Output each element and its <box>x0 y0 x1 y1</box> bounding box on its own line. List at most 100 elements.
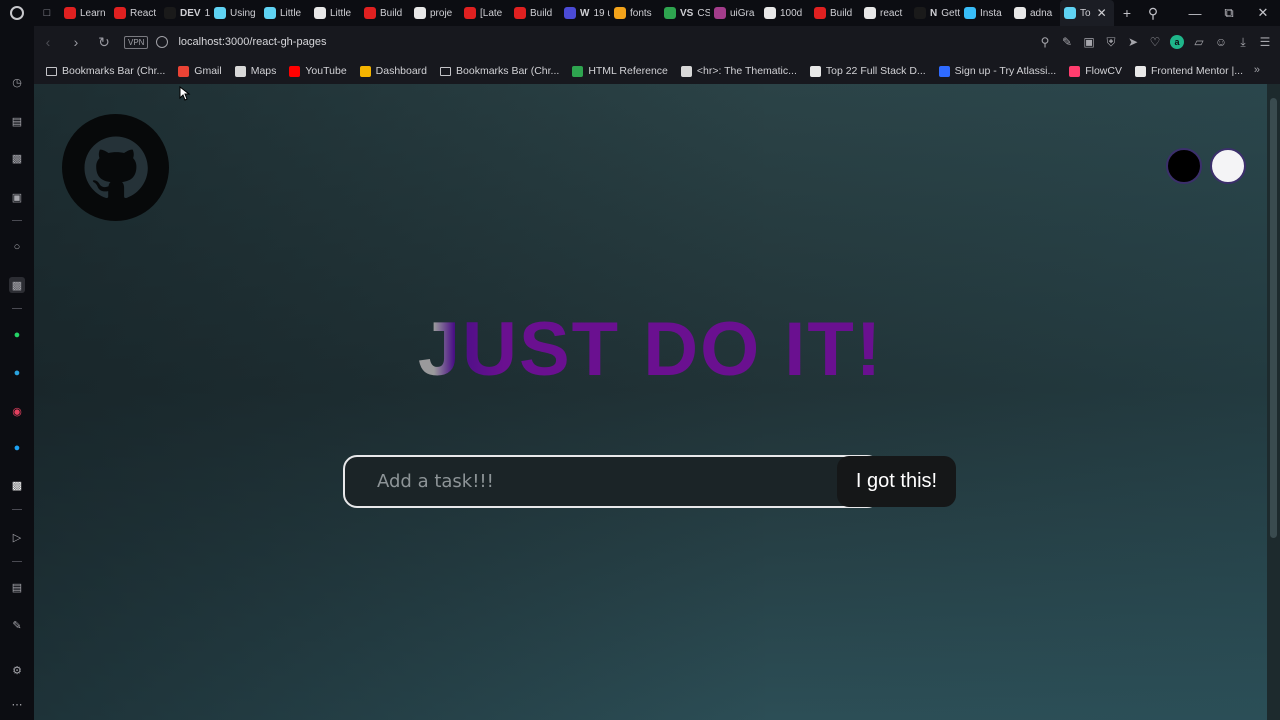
bookmark-0[interactable]: Bookmarks Bar (Chr... <box>46 65 165 77</box>
cube-icon[interactable]: ▱ <box>1188 26 1210 58</box>
tab-2[interactable]: DEV10 R <box>160 0 210 26</box>
download-icon[interactable]: ⤓ <box>1232 26 1254 58</box>
file-icon <box>234 65 246 77</box>
tab-close-icon[interactable]: ✕ <box>1097 6 1107 20</box>
reload-icon[interactable]: ↻ <box>90 26 118 58</box>
bookmark-8[interactable]: Top 22 Full Stack D... <box>809 65 926 77</box>
back-icon[interactable]: ‹ <box>34 26 62 58</box>
tab-label: Build <box>830 7 853 19</box>
bookmark-label: Maps <box>250 65 277 77</box>
tab-1[interactable]: React <box>110 0 160 26</box>
pinboard-icon[interactable]: ✎ <box>9 617 25 633</box>
bookmark-6[interactable]: HTML Reference <box>572 65 668 77</box>
tab-10[interactable]: W19 u <box>560 0 610 26</box>
sidebar-divider <box>12 509 22 510</box>
tab-13[interactable]: uiGra <box>710 0 760 26</box>
tab-17[interactable]: NGetti <box>910 0 960 26</box>
maximize-icon[interactable]: ⧉ <box>1212 0 1246 26</box>
tab-label: uiGra <box>730 7 755 19</box>
tab-favicon-icon <box>414 7 426 19</box>
tab-search-icon[interactable]: ⚲ <box>1140 0 1166 26</box>
light-theme-toggle[interactable] <box>1210 148 1246 184</box>
easy-setup-icon[interactable]: ☰ <box>1254 26 1276 58</box>
tab-favicon-icon <box>914 7 926 19</box>
tab-7[interactable]: proje <box>410 0 460 26</box>
heart-icon[interactable]: ♡ <box>1144 26 1166 58</box>
close-window-icon[interactable]: ✕ <box>1246 0 1280 26</box>
bookmark-7[interactable]: <hr>: The Thematic... <box>680 65 797 77</box>
edit-icon[interactable]: ✎ <box>1056 26 1078 58</box>
bookmark-11[interactable]: Frontend Mentor |... <box>1134 65 1243 77</box>
tab-3[interactable]: Using <box>210 0 260 26</box>
speed-dial-icon[interactable]: ◷ <box>9 74 25 90</box>
tab-favicon-icon <box>264 7 276 19</box>
tab-favicon-icon <box>764 7 776 19</box>
bookmarks-more-icon[interactable]: » <box>1254 64 1260 76</box>
tab-12[interactable]: VSCSS <box>660 0 710 26</box>
bookmark-10[interactable]: FlowCV <box>1069 65 1122 77</box>
tab-6[interactable]: Build <box>360 0 410 26</box>
dark-theme-toggle[interactable] <box>1166 148 1202 184</box>
news-icon[interactable]: ▤ <box>9 579 25 595</box>
opera-logo-icon[interactable] <box>0 0 34 26</box>
tab-label: CSS <box>697 7 710 19</box>
bookmark-9[interactable]: Sign up - Try Atlassi... <box>938 65 1056 77</box>
tab-favicon-icon <box>814 7 826 19</box>
bookmark-3[interactable]: YouTube <box>289 65 347 77</box>
camera-icon[interactable]: ▣ <box>1078 26 1100 58</box>
tab-15[interactable]: Build <box>810 0 860 26</box>
minimize-icon[interactable]: — <box>1178 0 1212 26</box>
tab-0[interactable]: Learn <box>60 0 110 26</box>
tab-11[interactable]: fonts <box>610 0 660 26</box>
new-tab-icon[interactable]: + <box>1114 0 1140 26</box>
add-task-button[interactable]: I got this! <box>837 456 956 507</box>
music-icon[interactable]: ▷ <box>9 529 25 545</box>
forward-icon[interactable]: › <box>62 26 90 58</box>
tab-label: Using <box>230 7 256 19</box>
sidebar-divider <box>12 561 22 562</box>
tab-favicon-icon <box>1064 7 1076 19</box>
bag-icon[interactable]: ▤ <box>9 113 25 129</box>
mdn-icon <box>680 65 692 77</box>
tab-prefix: W <box>580 7 590 19</box>
account-icon[interactable]: ☺ <box>1210 26 1232 58</box>
bookmark-2[interactable]: Maps <box>234 65 277 77</box>
twitter-icon[interactable]: ● <box>9 440 25 456</box>
tab-18[interactable]: Insta <box>960 0 1010 26</box>
settings-icon[interactable]: ⚙ <box>9 662 25 678</box>
vpn-badge[interactable]: VPN <box>124 35 149 49</box>
scrollbar-thumb[interactable] <box>1270 98 1277 538</box>
discord-icon[interactable]: ▩ <box>9 477 25 493</box>
page-scrollbar[interactable] <box>1267 84 1280 720</box>
bookmark-4[interactable]: Dashboard <box>359 65 427 77</box>
shield-icon[interactable]: ⛨ <box>1100 26 1122 58</box>
bookmark-5[interactable]: Bookmarks Bar (Chr... <box>440 65 559 77</box>
instagram-icon[interactable]: ◉ <box>9 403 25 419</box>
bookmark-1[interactable]: Gmail <box>178 65 222 77</box>
tab-menu-icon[interactable]: □ <box>34 0 60 26</box>
tab-9[interactable]: Build <box>510 0 560 26</box>
player-icon[interactable]: ▩ <box>9 277 25 293</box>
tab-8[interactable]: [Late <box>460 0 510 26</box>
tab-14[interactable]: 100d <box>760 0 810 26</box>
globe-icon[interactable] <box>156 36 169 48</box>
tab-20[interactable]: To ✕ <box>1060 0 1114 26</box>
flowcv-icon <box>1069 65 1081 77</box>
whatsapp-icon[interactable]: ● <box>9 327 25 343</box>
telegram-icon[interactable]: ● <box>9 365 25 381</box>
tab-5[interactable]: Little <box>310 0 360 26</box>
tab-16[interactable]: react <box>860 0 910 26</box>
tab-4[interactable]: Little <box>260 0 310 26</box>
github-icon[interactable] <box>62 114 169 221</box>
task-input[interactable] <box>343 455 881 508</box>
zoom-icon[interactable]: ⚲ <box>1034 26 1056 58</box>
ai-icon[interactable]: ▣ <box>9 189 25 205</box>
notification-icon[interactable]: ○ <box>9 239 25 255</box>
send-icon[interactable]: ➤ <box>1122 26 1144 58</box>
tab-19[interactable]: adna <box>1010 0 1060 26</box>
twitch-icon[interactable]: ▩ <box>9 150 25 166</box>
tab-label: adna <box>1030 7 1053 19</box>
aria-icon[interactable]: a <box>1170 35 1184 49</box>
url-field[interactable]: localhost:3000/react-gh-pages <box>178 36 326 48</box>
more-icon[interactable]: ⋯ <box>9 696 25 712</box>
